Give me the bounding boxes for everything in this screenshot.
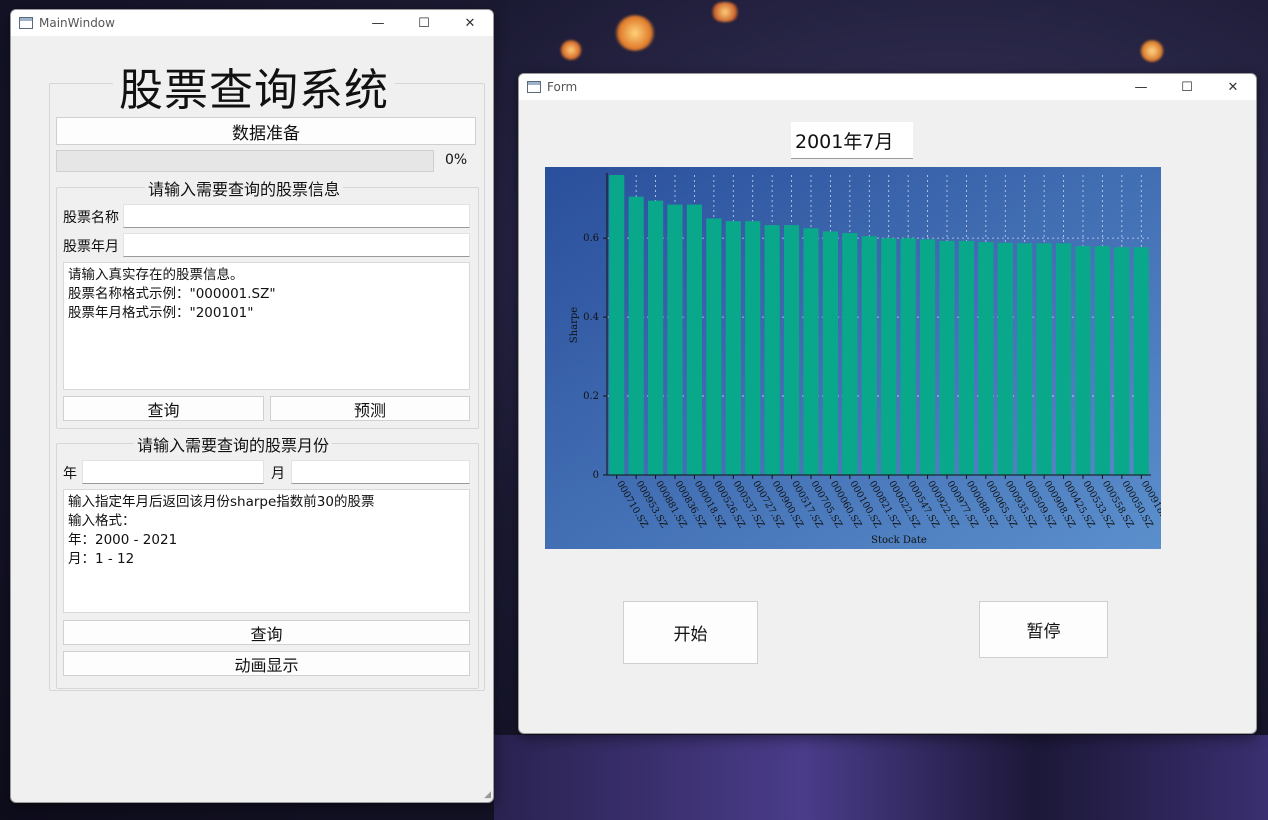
month-hint-textbox[interactable]: 输入指定年月后返回该月份sharpe指数前30的股票 输入格式： 年：2000 … — [63, 489, 470, 613]
maximize-icon[interactable]: ☐ — [401, 10, 447, 36]
wallpaper-lantern — [560, 40, 582, 60]
bar — [978, 242, 994, 475]
stock-date-input[interactable] — [123, 233, 470, 257]
month-group-title: 请输入需要查询的股票月份 — [134, 432, 333, 456]
y-tick-label: 0.2 — [583, 391, 599, 402]
sharpe-bar-chart: 00.20.40.6000710.SZ000953.SZ000881.SZ000… — [545, 167, 1161, 549]
bar — [919, 239, 936, 475]
y-axis-label: Sharpe — [569, 307, 580, 343]
minimize-icon[interactable]: — — [1118, 74, 1164, 100]
main-window: MainWindow — ☐ ✕ 股票查询系统 数据准备 0% 请输入需要查询的… — [10, 9, 494, 803]
stock-info-group-title: 请输入需要查询的股票信息 — [145, 176, 344, 200]
bar — [1017, 243, 1033, 475]
bar — [783, 225, 800, 475]
page-title: 股票查询系统 — [113, 54, 395, 118]
stock-info-hint-textbox[interactable]: 请输入真实存在的股票信息。 股票名称格式示例："000001.SZ" 股票年月格… — [63, 262, 470, 390]
y-tick-label: 0 — [593, 470, 599, 481]
bar — [745, 221, 761, 475]
bar — [1036, 243, 1052, 475]
month-query-button[interactable]: 查询 — [63, 620, 470, 645]
pause-button[interactable]: 暂停 — [979, 601, 1108, 658]
hint-line: 年：2000 - 2021 — [68, 532, 178, 548]
maximize-icon[interactable]: ☐ — [1164, 74, 1210, 100]
start-button[interactable]: 开始 — [623, 601, 758, 664]
bar — [764, 225, 780, 475]
close-icon[interactable]: ✕ — [1210, 74, 1256, 100]
wallpaper-lantern — [1140, 40, 1164, 62]
stock-query-button[interactable]: 查询 — [63, 396, 264, 421]
bar — [958, 240, 975, 475]
bar — [842, 233, 858, 475]
app-icon — [527, 81, 541, 93]
form-window-titlebar: Form — ☐ ✕ — [519, 74, 1256, 100]
hint-line: 输入指定年月后返回该月份sharpe指数前30的股票 — [68, 494, 375, 510]
animate-button[interactable]: 动画显示 — [63, 651, 470, 676]
bar — [881, 238, 897, 475]
stock-predict-button[interactable]: 预测 — [270, 396, 470, 421]
month-input[interactable] — [291, 460, 470, 484]
wallpaper-lantern — [710, 2, 740, 22]
hint-line: 股票名称格式示例："000001.SZ" — [68, 286, 276, 302]
window-title: MainWindow — [39, 16, 115, 30]
resize-grip-icon[interactable]: ◢ — [484, 790, 491, 800]
bar — [900, 238, 916, 475]
stock-date-label: 股票年月 — [63, 239, 119, 255]
bar — [647, 200, 664, 475]
y-tick-label: 0.6 — [583, 233, 599, 244]
stock-name-label: 股票名称 — [63, 210, 119, 226]
wallpaper-lantern — [615, 15, 655, 51]
progress-label: 0% — [445, 152, 468, 168]
form-window: Form — ☐ ✕ 2001年7月 0 0.2 0.4 0.6 000710.SZ 00… — [518, 73, 1257, 734]
close-icon[interactable]: ✕ — [447, 10, 493, 36]
main-window-titlebar: MainWindow — ☐ ✕ — [11, 10, 493, 36]
window-title: Form — [547, 80, 578, 94]
date-label: 2001年7月 — [795, 130, 894, 153]
y-tick-label: 0.4 — [583, 312, 599, 323]
progress-bar — [56, 150, 434, 172]
stock-name-input[interactable] — [123, 204, 470, 228]
date-display: 2001年7月 — [791, 122, 913, 159]
bar — [1075, 246, 1091, 475]
year-input[interactable] — [82, 460, 264, 484]
wallpaper-bottom — [494, 735, 1268, 820]
month-label: 月 — [271, 466, 285, 482]
hint-line: 输入格式： — [68, 513, 136, 529]
hint-line: 股票年月格式示例："200101" — [68, 305, 254, 321]
bar — [628, 196, 644, 476]
x-axis-label: Stock Date — [871, 535, 927, 546]
bar — [1094, 246, 1111, 475]
hint-line: 请输入真实存在的股票信息。 — [68, 267, 244, 283]
bar — [706, 218, 722, 475]
data-prepare-button[interactable]: 数据准备 — [56, 117, 476, 145]
bar — [997, 242, 1013, 475]
bar — [667, 204, 683, 475]
bar — [725, 221, 741, 475]
bar — [822, 231, 839, 475]
bar — [1133, 247, 1149, 475]
bar — [939, 240, 955, 475]
bar — [1055, 243, 1072, 475]
bar — [609, 175, 625, 475]
app-icon — [19, 17, 33, 29]
bar — [686, 204, 703, 475]
year-label: 年 — [63, 466, 77, 482]
bar — [803, 228, 819, 475]
minimize-icon[interactable]: — — [355, 10, 401, 36]
bar — [861, 236, 877, 475]
hint-line: 月：1 - 12 — [68, 551, 135, 567]
bar — [1114, 247, 1130, 475]
